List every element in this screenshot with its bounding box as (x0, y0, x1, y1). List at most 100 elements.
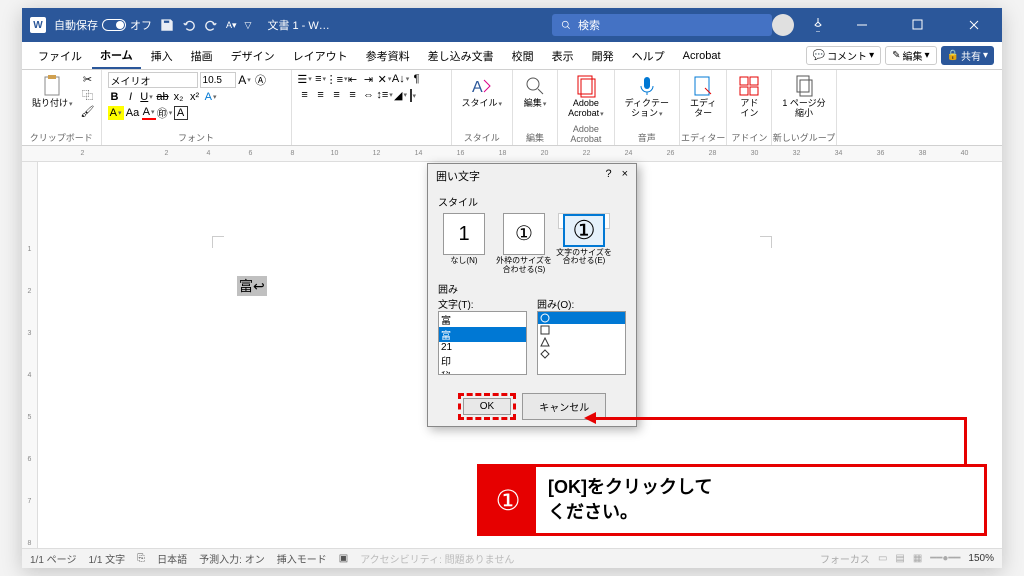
titlebar: W 自動保存 オフ A▾ ▽ 文書 1 - W… 検索 (22, 8, 1002, 42)
character-border-icon[interactable]: A (174, 106, 188, 120)
cut-icon[interactable]: ✂ (81, 72, 95, 86)
vertical-ruler[interactable]: 12345678 (22, 162, 38, 556)
format-painter-icon[interactable]: 🖌 (81, 104, 95, 118)
macro-icon[interactable]: ▣ (339, 553, 348, 564)
page-count[interactable]: 1/1 ページ (30, 551, 76, 566)
tab-layout[interactable]: レイアウト (285, 44, 356, 68)
dialog-close-button[interactable]: × (622, 168, 628, 184)
superscript-icon[interactable]: x² (188, 90, 202, 104)
char-listbox[interactable]: 富 富 21 印 秘 (438, 311, 527, 375)
style-none[interactable]: 1なし(N) (438, 213, 490, 275)
strikethrough-icon[interactable]: ab (156, 90, 170, 104)
change-case-icon[interactable]: Ⓐ (254, 73, 268, 87)
spellcheck-icon[interactable]: ⎘ (137, 553, 145, 564)
save-icon[interactable] (160, 18, 174, 32)
tab-developer[interactable]: 開発 (584, 44, 622, 68)
subscript-icon[interactable]: x₂ (172, 90, 186, 104)
annotation-arrow-icon (584, 412, 596, 424)
tab-review[interactable]: 校閲 (504, 44, 542, 68)
copy-icon[interactable]: ⿻ (81, 88, 95, 102)
tab-home[interactable]: ホーム (92, 43, 141, 69)
tab-insert[interactable]: 挿入 (143, 44, 181, 68)
selected-text[interactable]: 富↩ (237, 276, 267, 296)
phonetic-guide-icon[interactable]: Aa (126, 106, 140, 120)
comments-button[interactable]: 💬コメント ▾ (806, 46, 881, 65)
insert-mode[interactable]: 挿入モード (277, 551, 327, 566)
maximize-button[interactable] (898, 8, 938, 42)
bullets-icon[interactable]: ☰ (298, 72, 312, 86)
tab-view[interactable]: 表示 (544, 44, 582, 68)
acrobat-button[interactable]: Adobe Acrobat (564, 72, 608, 121)
increase-indent-icon[interactable]: ⇥ (362, 72, 376, 86)
text-effects-icon[interactable]: A (204, 90, 218, 104)
coming-soon-icon[interactable] (810, 16, 826, 35)
line-spacing-icon[interactable]: ↕≡ (378, 88, 392, 102)
language-status[interactable]: 日本語 (157, 551, 187, 566)
document-title: 文書 1 - W… (267, 17, 552, 33)
redo-icon[interactable] (204, 18, 218, 32)
grow-font-icon[interactable]: A (238, 73, 252, 87)
tab-mailings[interactable]: 差し込み文書 (420, 44, 502, 68)
word-count[interactable]: 1/1 文字 (88, 551, 125, 566)
tab-references[interactable]: 参考資料 (358, 44, 418, 68)
addins-button[interactable]: アド イン (733, 72, 765, 121)
align-left-icon[interactable]: ≡ (298, 88, 312, 102)
align-right-icon[interactable]: ≡ (330, 88, 344, 102)
italic-icon[interactable]: I (124, 90, 138, 104)
minimize-button[interactable] (842, 8, 882, 42)
justify-icon[interactable]: ≡ (346, 88, 360, 102)
styles-button[interactable]: Aスタイル (458, 72, 507, 111)
shrink-page-button[interactable]: 1 ページ分 縮小 (778, 72, 829, 121)
ok-button[interactable]: OK (463, 398, 511, 415)
accessibility-status[interactable]: アクセシビリティ: 問題ありません (360, 551, 514, 566)
sort-icon[interactable]: A↓ (394, 72, 408, 86)
view-read-icon[interactable]: ▭ (878, 553, 887, 564)
enclose-char-icon[interactable]: ㊞ (158, 106, 172, 120)
undo-icon[interactable] (182, 18, 196, 32)
distributed-icon[interactable]: ⇔ (362, 88, 376, 102)
multilevel-icon[interactable]: ⋮≡ (330, 72, 344, 86)
qat-customize[interactable]: ▽ (245, 20, 252, 31)
editing-button[interactable]: 編集 (519, 72, 551, 111)
close-button[interactable] (954, 8, 994, 42)
search-input[interactable]: 検索 (552, 14, 772, 36)
predict-status[interactable]: 予測入力: オン (199, 551, 265, 566)
horizontal-ruler[interactable]: 2246810121416182022242628303234363840 (22, 146, 1002, 162)
zoom-level[interactable]: 150% (968, 553, 994, 564)
shading-icon[interactable]: ◢ (394, 88, 408, 102)
font-size-select[interactable] (200, 72, 236, 88)
dictate-button[interactable]: ディクテー ション (621, 72, 673, 121)
shape-listbox[interactable] (537, 311, 626, 375)
underline-icon[interactable]: U (140, 90, 154, 104)
editing-mode-button[interactable]: ✎編集 ▾ (885, 46, 936, 65)
editor-button[interactable]: エディ ター (686, 72, 720, 121)
font-name-select[interactable] (108, 72, 198, 88)
tab-help[interactable]: ヘルプ (624, 44, 673, 68)
view-print-icon[interactable]: ▤ (895, 553, 904, 564)
tab-draw[interactable]: 描画 (183, 44, 221, 68)
autosave-toggle[interactable]: 自動保存 オフ (54, 17, 152, 33)
focus-mode[interactable]: フォーカス (820, 551, 870, 566)
decrease-indent-icon[interactable]: ⇤ (346, 72, 360, 86)
qat-more[interactable]: A▾ (226, 20, 237, 31)
tab-file[interactable]: ファイル (30, 44, 90, 68)
user-avatar[interactable] (772, 14, 794, 36)
tab-acrobat[interactable]: Acrobat (675, 46, 729, 66)
shape-label: 囲み(O): (537, 296, 626, 311)
style-shrink-enclosure[interactable]: ①外枠のサイズを 合わせる(S) (498, 213, 550, 275)
view-web-icon[interactable]: ▦ (913, 553, 922, 564)
dialog-help-button[interactable]: ? (605, 168, 611, 184)
align-center-icon[interactable]: ≡ (314, 88, 328, 102)
share-button[interactable]: 🔒共有 ▾ (941, 46, 994, 65)
tab-design[interactable]: デザイン (223, 44, 283, 68)
bold-icon[interactable]: B (108, 90, 122, 104)
font-color-icon[interactable]: A (142, 106, 156, 120)
triangle-icon (540, 337, 550, 347)
borders-icon[interactable] (410, 90, 417, 101)
highlight-icon[interactable]: A (108, 106, 124, 120)
style-enlarge-enclosure[interactable]: ①文字のサイズを 合わせる(E) (558, 213, 610, 229)
asian-layout-icon[interactable]: ✕ (378, 72, 392, 86)
paste-button[interactable]: 貼り付け (28, 72, 77, 111)
zoom-slider[interactable]: ━━●━━ (930, 553, 960, 564)
show-marks-icon[interactable]: ¶ (410, 72, 424, 86)
